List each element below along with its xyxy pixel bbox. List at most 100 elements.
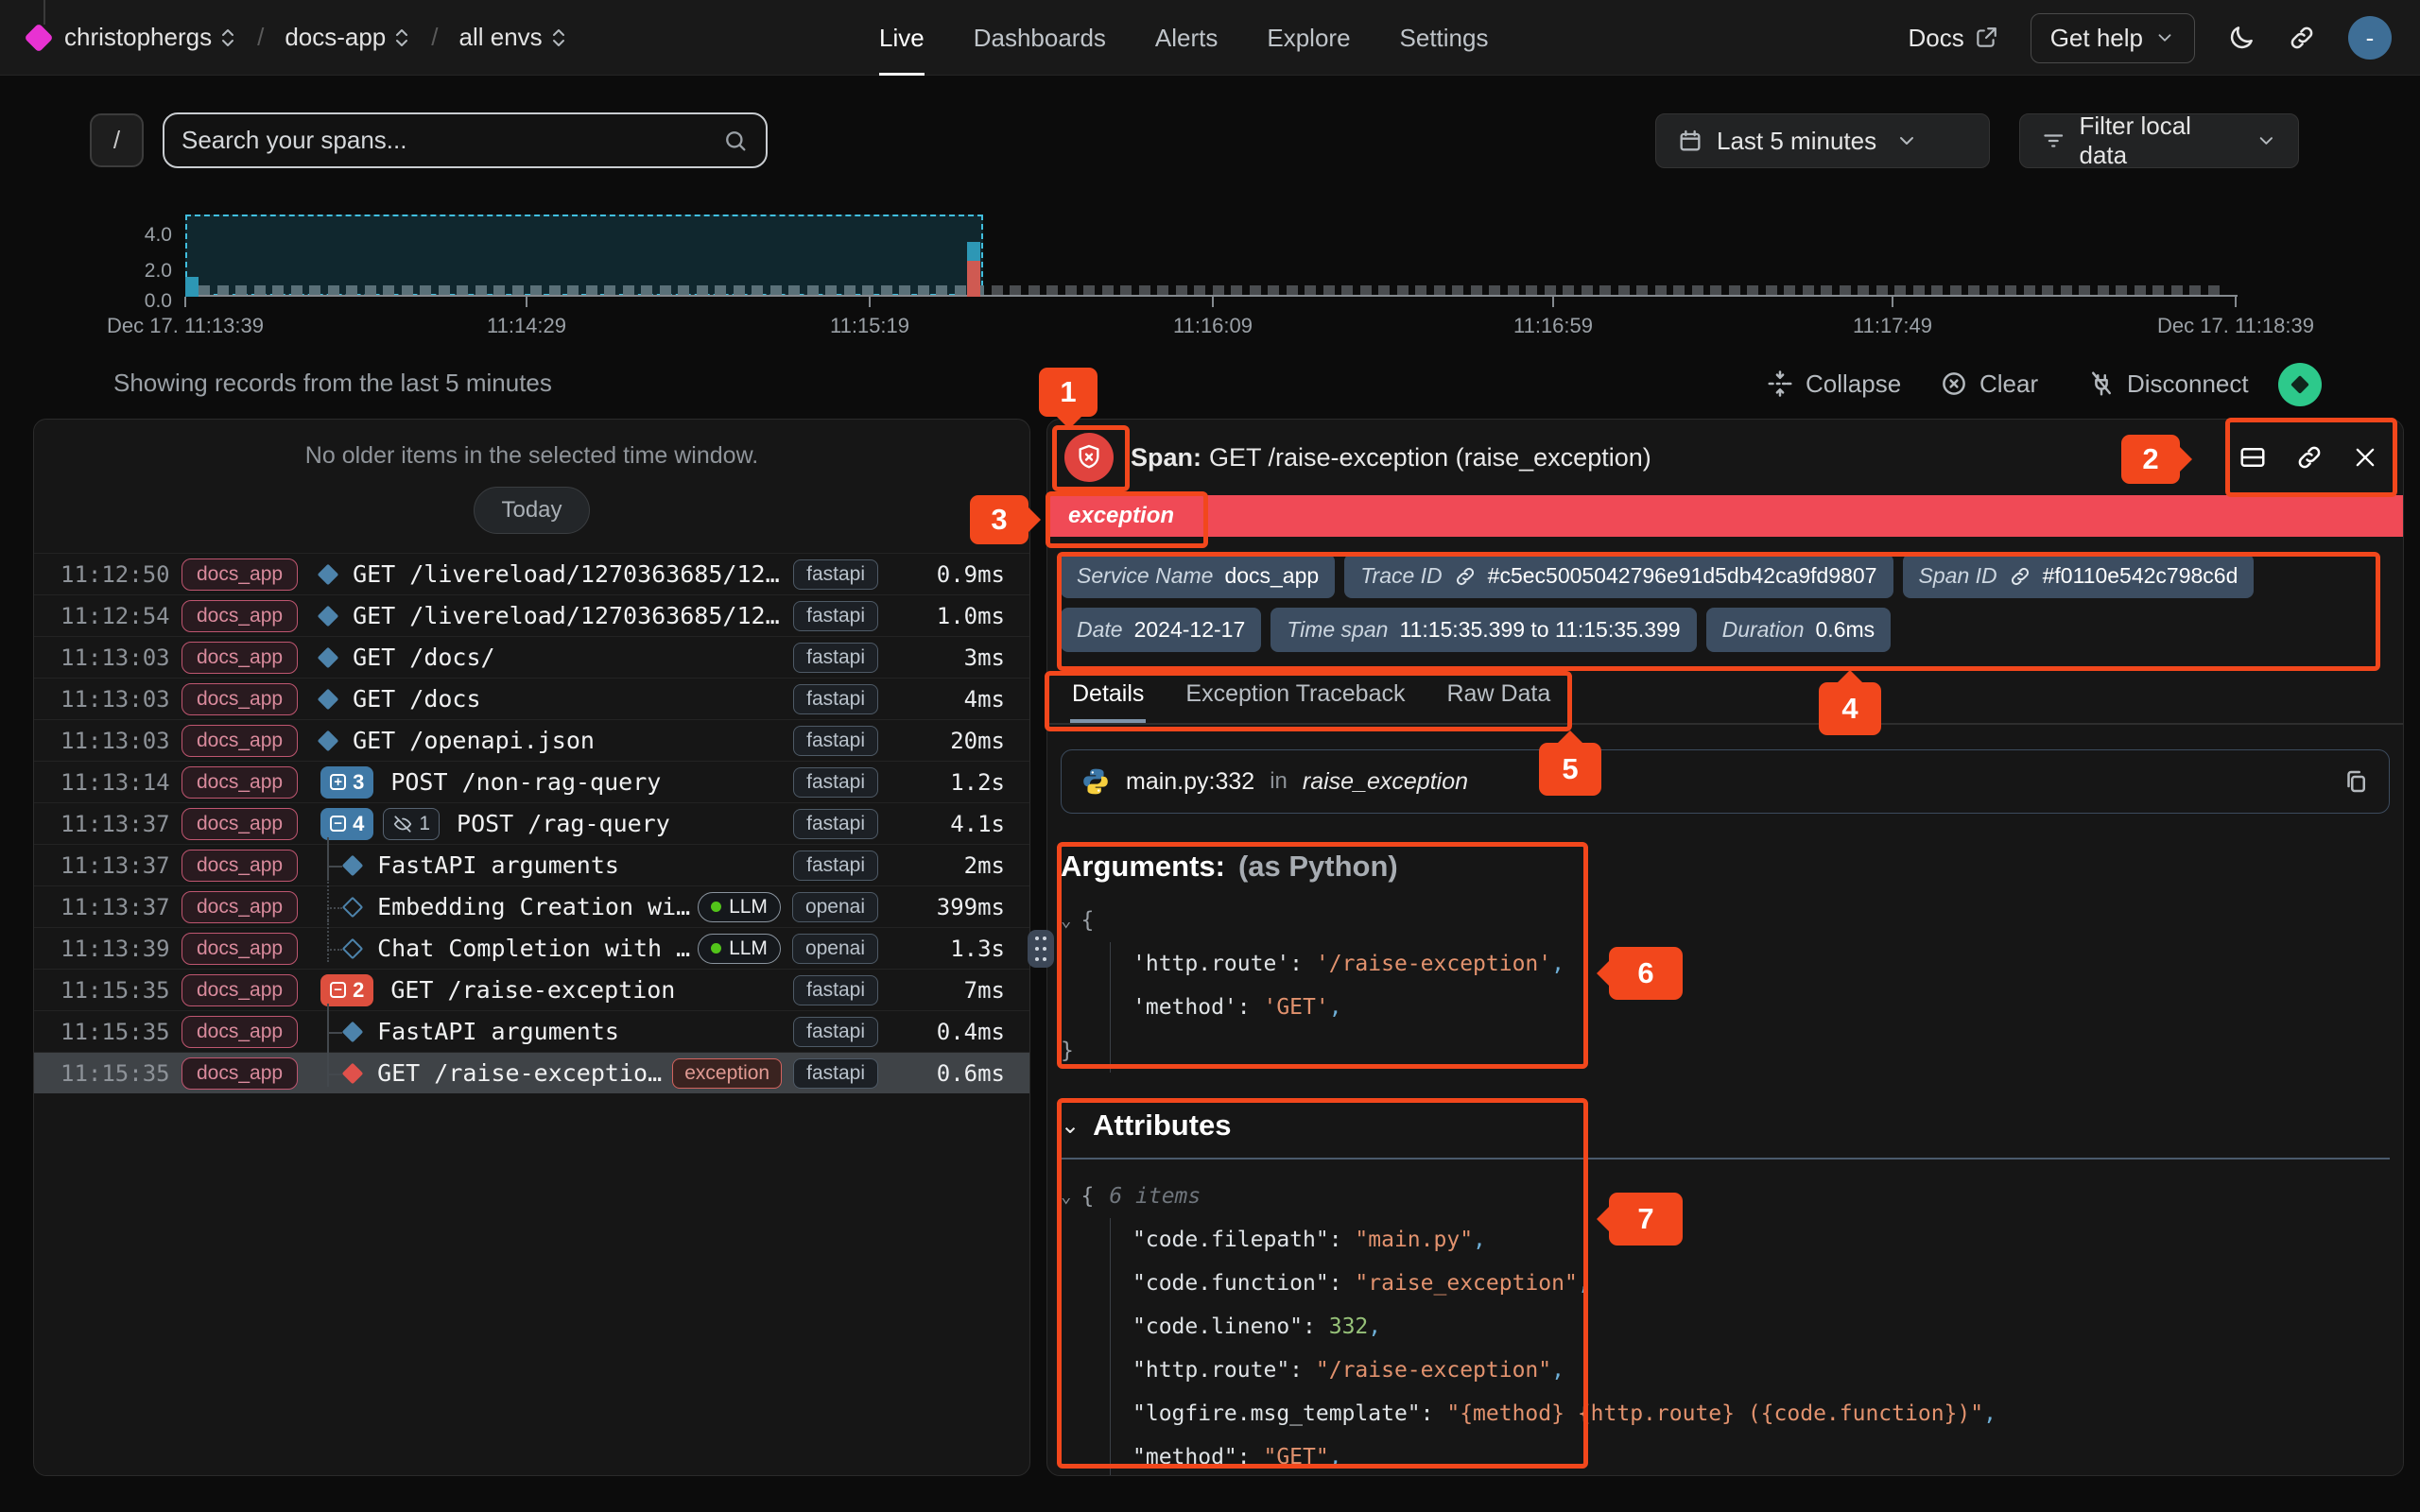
- span-name[interactable]: GET /livereload/1270363685/1270…: [353, 560, 793, 588]
- span-diamond-icon: [318, 605, 339, 627]
- collapse-icon: [1766, 369, 1794, 398]
- span-row[interactable]: 11:13:14 docs_app +3 POST /non-rag-query…: [34, 761, 1029, 802]
- tab-settings[interactable]: Settings: [1400, 0, 1489, 76]
- span-row[interactable]: 11:12:50 docs_app GET /livereload/127036…: [34, 553, 1029, 594]
- span-name[interactable]: GET /raise-exception: [390, 976, 793, 1004]
- chip-label: Trace ID: [1360, 563, 1442, 589]
- span-duration: 7ms: [893, 977, 1005, 1004]
- tab-raw-data[interactable]: Raw Data: [1445, 671, 1553, 723]
- service-badge[interactable]: docs_app: [182, 933, 298, 965]
- service-badge[interactable]: docs_app: [182, 1016, 298, 1048]
- chip-label: Time span: [1287, 617, 1388, 643]
- collapse-children-badge[interactable]: −4: [320, 808, 373, 840]
- span-row[interactable]: 11:13:39 docs_app Chat Completion with '…: [34, 927, 1029, 969]
- env-selector[interactable]: all envs: [459, 23, 567, 52]
- copy-icon[interactable]: [2342, 767, 2370, 796]
- span-name[interactable]: GET /raise-exception …: [377, 1059, 672, 1087]
- close-icon[interactable]: [2352, 444, 2378, 471]
- logo-tail-line: [43, 0, 45, 25]
- docs-link[interactable]: Docs: [1908, 24, 1997, 53]
- service-badge[interactable]: docs_app: [182, 600, 298, 632]
- clear-button[interactable]: Clear: [1940, 363, 2038, 404]
- time-range-button[interactable]: Last 5 minutes: [1655, 113, 1990, 168]
- tab-exception-traceback[interactable]: Exception Traceback: [1184, 671, 1407, 723]
- clear-icon: [1940, 369, 1968, 398]
- collapse-chevron-icon[interactable]: ⌄: [1061, 1186, 1071, 1207]
- org-selector[interactable]: christophergs: [64, 23, 236, 52]
- span-name[interactable]: FastAPI arguments: [377, 851, 793, 879]
- panel-resize-handle[interactable]: [1028, 930, 1054, 968]
- disconnect-button[interactable]: Disconnect: [2087, 363, 2249, 404]
- span-name[interactable]: GET /openapi.json: [353, 727, 793, 754]
- service-badge[interactable]: docs_app: [182, 558, 298, 591]
- service-badge[interactable]: docs_app: [182, 850, 298, 882]
- time-range-label: Last 5 minutes: [1717, 127, 1876, 156]
- service-badge[interactable]: docs_app: [182, 974, 298, 1006]
- span-name[interactable]: GET /docs/: [353, 644, 793, 671]
- share-link-icon[interactable]: [2288, 24, 2316, 52]
- span-name[interactable]: GET /livereload/1270363685/1270…: [353, 602, 793, 629]
- service-badge[interactable]: docs_app: [182, 1057, 298, 1090]
- tab-dashboards[interactable]: Dashboards: [974, 0, 1106, 76]
- tab-details[interactable]: Details: [1070, 671, 1146, 723]
- collapse-button[interactable]: Collapse: [1766, 363, 1901, 404]
- filter-label: Filter local data: [2079, 112, 2237, 170]
- hidden-spans-badge[interactable]: 1: [383, 808, 440, 840]
- tab-live[interactable]: Live: [879, 0, 925, 76]
- live-indicator[interactable]: [2278, 363, 2322, 406]
- collapse-children-badge-error[interactable]: −2: [320, 974, 373, 1006]
- expand-children-badge[interactable]: +3: [320, 766, 373, 799]
- service-badge[interactable]: docs_app: [182, 683, 298, 715]
- logfire-logo-icon[interactable]: [24, 23, 53, 52]
- span-row[interactable]: 11:12:54 docs_app GET /livereload/127036…: [34, 594, 1029, 636]
- project-selector[interactable]: docs-app: [285, 23, 410, 52]
- dock-panel-icon[interactable]: [2238, 443, 2267, 472]
- tab-alerts[interactable]: Alerts: [1155, 0, 1218, 76]
- env-name: all envs: [459, 23, 543, 52]
- span-name[interactable]: GET /docs: [353, 685, 793, 713]
- dark-mode-icon[interactable]: [2227, 24, 2256, 52]
- trace-id-chip[interactable]: Trace ID #c5ec5005042796e91d5db42ca9fd980…: [1344, 554, 1893, 598]
- span-detail-header: Span:GET /raise-exception (raise_excepti…: [1047, 420, 2403, 495]
- timeline-chart[interactable]: 4.0 2.0 0.0 Dec 17. 11:13:3911:14:2911:1…: [0, 210, 2420, 359]
- get-help-button[interactable]: Get help: [2031, 13, 2195, 63]
- service-badge[interactable]: docs_app: [182, 642, 298, 674]
- span-id-chip[interactable]: Span ID#f0110e542c798c6d: [1903, 554, 2255, 598]
- copy-link-icon[interactable]: [2295, 443, 2324, 472]
- attributes-code: ⌄{6 items "code.filepath": "main.py", "c…: [1061, 1175, 2390, 1476]
- span-row[interactable]: 11:13:03 docs_app GET /docs/ fastapi 3ms: [34, 636, 1029, 678]
- span-row[interactable]: 11:13:03 docs_app GET /docs fastapi 4ms: [34, 678, 1029, 719]
- time-selection-region[interactable]: [185, 215, 983, 296]
- span-row[interactable]: 11:15:35 docs_app FastAPI arguments fast…: [34, 1010, 1029, 1052]
- today-button[interactable]: Today: [474, 487, 589, 534]
- span-name[interactable]: FastAPI arguments: [377, 1018, 793, 1045]
- service-badge[interactable]: docs_app: [182, 891, 298, 923]
- collapse-chevron-icon[interactable]: ⌄: [1061, 910, 1071, 931]
- section-chevron-icon[interactable]: ⌄: [1061, 1112, 1080, 1140]
- span-name[interactable]: Chat Completion with '…: [377, 935, 698, 962]
- span-row[interactable]: 11:13:37 docs_app −4 1 POST /rag-query f…: [34, 802, 1029, 844]
- avatar[interactable]: -: [2348, 16, 2392, 60]
- breadcrumb: christophergs / docs-app / all envs: [28, 23, 567, 52]
- span-row[interactable]: 11:13:03 docs_app GET /openapi.json fast…: [34, 719, 1029, 761]
- service-badge[interactable]: docs_app: [182, 808, 298, 840]
- span-row[interactable]: 11:13:37 docs_app Embedding Creation wit…: [34, 885, 1029, 927]
- tab-explore[interactable]: Explore: [1267, 0, 1350, 76]
- logfire-app: christophergs / docs-app / all envs Live…: [0, 0, 2420, 1512]
- span-name[interactable]: POST /rag-query: [457, 810, 793, 837]
- span-name[interactable]: Embedding Creation wit…: [377, 893, 698, 920]
- span-name[interactable]: POST /non-rag-query: [390, 768, 793, 796]
- code-value: '/raise-exception': [1316, 952, 1551, 976]
- source-file[interactable]: main.py:332: [1126, 768, 1254, 796]
- chip-value: #c5ec5005042796e91d5db42ca9fd9807: [1488, 563, 1877, 589]
- search-input[interactable]: [182, 126, 722, 155]
- span-row[interactable]: 11:13:37 docs_app FastAPI arguments fast…: [34, 844, 1029, 885]
- llm-label: LLM: [729, 937, 768, 960]
- service-badge[interactable]: docs_app: [182, 766, 298, 799]
- span-row[interactable]: 11:15:35 docs_app −2 GET /raise-exceptio…: [34, 969, 1029, 1010]
- service-badge[interactable]: docs_app: [182, 725, 298, 757]
- span-row-selected[interactable]: 11:15:35 docs_app GET /raise-exception ……: [34, 1052, 1029, 1093]
- llm-dot-icon: [711, 902, 721, 912]
- breadcrumb-separator: /: [257, 23, 264, 52]
- filter-local-data-button[interactable]: Filter local data: [2019, 113, 2299, 168]
